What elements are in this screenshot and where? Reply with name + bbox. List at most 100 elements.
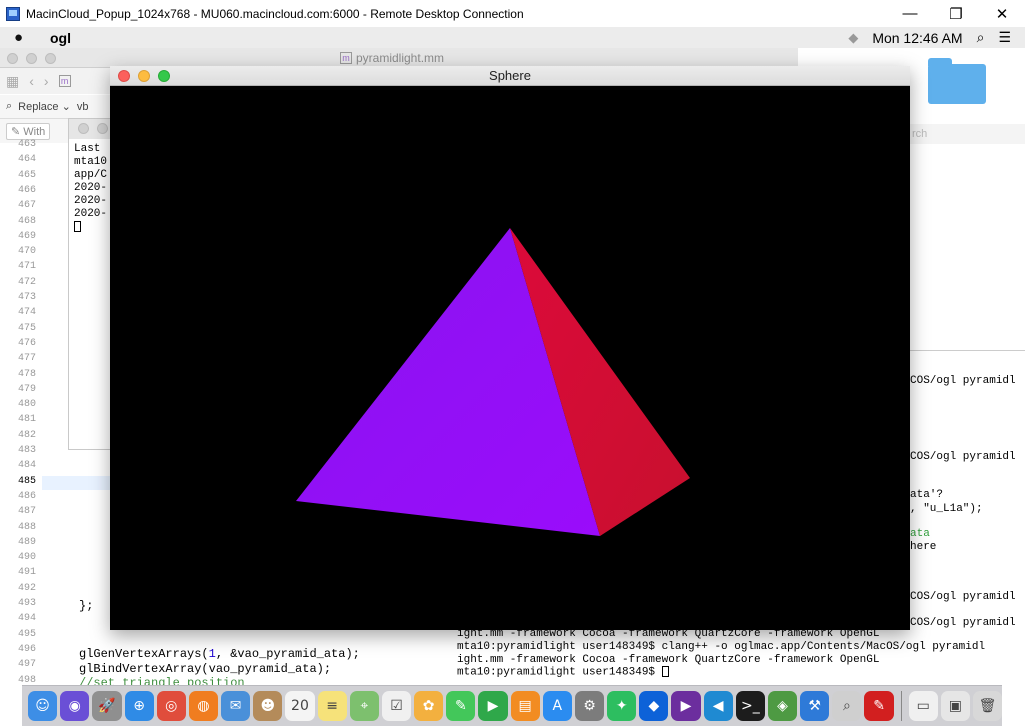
evernote-icon[interactable]: ✦ [607, 691, 637, 721]
replace-with-placeholder: With [23, 125, 46, 138]
editor-title-bar: m pyramidlight.mm [0, 48, 798, 68]
code-line-493[interactable]: }; [79, 599, 93, 613]
editor-file-title: m pyramidlight.mm [340, 51, 444, 65]
objc-file-icon: m [340, 52, 352, 64]
code-line-497[interactable]: glBindVertexArray(vao_pyramid_ata); [79, 662, 331, 676]
line-number: 465 [17, 169, 36, 181]
visual-studio-icon[interactable]: ▶ [671, 691, 701, 721]
acrobat-icon[interactable]: ✎ [864, 691, 894, 721]
line-number: 474 [17, 307, 36, 319]
line-number: 492 [17, 582, 36, 594]
terminal-right-line: COS/ogl pyramidl [910, 375, 1016, 387]
sphere-window: Sphere [110, 66, 910, 630]
xcode-icon[interactable]: ⚒ [800, 691, 830, 721]
finder-search-field[interactable]: rch [910, 124, 1025, 144]
line-number: 495 [17, 628, 36, 640]
siri-icon[interactable]: ◉ [60, 691, 90, 721]
editor-zoom-button[interactable] [45, 53, 56, 64]
chrome-icon[interactable]: ◎ [156, 691, 186, 721]
maps-icon[interactable]: ⌖ [349, 691, 379, 721]
line-number: 477 [17, 353, 36, 365]
photos-icon[interactable]: ✿ [414, 691, 444, 721]
replace-with-field[interactable]: ✎ With [6, 122, 51, 140]
dock-separator [900, 691, 902, 721]
terminal-icon[interactable]: >_ [735, 691, 765, 721]
terminal-left-line: Last [74, 143, 101, 155]
rdp-close-button[interactable]: ✕ [979, 0, 1025, 27]
reminders-icon[interactable]: ☑ [381, 691, 412, 721]
rdp-minimize-button[interactable]: — [887, 0, 933, 27]
mac-dock: ☺ ◉ 🚀 ⊕ ◎ ◍ ✉ ☻ 20 ≡ ⌖ ☑ ✿ ✎ ▶ ▤ A ⚙ ✦ ◆ ▶ ◀ >_ ◈ ⚒ ⌕ ✎ ▭ ▣ 🗑 [22, 685, 1003, 726]
folder-icon[interactable] [928, 58, 986, 104]
line-number-gutter: 463 464 465 466 467 468 469 470 471 472 473 474 475 4… [0, 139, 42, 686]
menu-status-area: ◆ Mon 12:46 AM ⌕ ☰ [848, 27, 1011, 48]
sphere-minimize-button[interactable] [138, 70, 150, 82]
instruments-icon[interactable]: ⌕ [832, 691, 862, 721]
facetime-icon[interactable]: ▶ [478, 691, 508, 721]
sphere-zoom-button[interactable] [158, 70, 170, 82]
messages-icon[interactable]: ✎ [446, 691, 476, 721]
notes-icon[interactable]: ≡ [317, 691, 347, 721]
line-number: 489 [17, 536, 36, 548]
terminal-right-line: COS/ogl pyramidl [910, 617, 1016, 629]
sphere-close-button[interactable] [118, 70, 130, 82]
books-icon[interactable]: ▤ [510, 691, 540, 721]
launchpad-icon[interactable]: 🚀 [92, 691, 122, 721]
line-number: 483 [17, 445, 36, 456]
terminal-left-cursor [74, 221, 81, 233]
spotlight-search-icon[interactable]: ⌕ [977, 29, 985, 46]
forward-arrow-icon[interactable]: › [44, 73, 49, 89]
grid-icon[interactable]: ▦ [6, 73, 19, 90]
terminal-left-line: 2020- [74, 182, 108, 194]
line-number: 466 [17, 184, 36, 196]
line-number: 497 [17, 659, 36, 671]
appstore-icon[interactable]: A [542, 691, 572, 721]
line-number: 467 [17, 200, 36, 212]
preview-icon[interactable]: ▣ [940, 691, 970, 721]
code-token: , &vao_pyramid_ata); [215, 647, 360, 661]
apple-icon[interactable]: ● [14, 29, 36, 46]
contacts-icon[interactable]: ☻ [253, 691, 283, 721]
firefox-icon[interactable]: ◍ [188, 691, 219, 721]
finder-icon[interactable]: ☺ [28, 691, 58, 721]
line-number: 471 [17, 261, 36, 273]
trash-icon[interactable]: 🗑 [972, 691, 1003, 721]
search-icon: ⌕ [6, 100, 13, 112]
safari-icon[interactable]: ⊕ [124, 691, 154, 721]
menu-app-name[interactable]: ogl [50, 30, 71, 46]
terminal-minimize-button[interactable] [97, 123, 108, 134]
code-line-498[interactable]: //set triangle position [79, 676, 245, 685]
line-number: 463 [17, 139, 36, 150]
terminal-left-line: 2020- [74, 195, 108, 207]
terminal-bottom-line: mta10:pyramidlight user148349$ clang++ -… [457, 640, 986, 653]
notification-center-icon[interactable]: ☰ [998, 29, 1011, 46]
calendar-icon[interactable]: 20 [285, 691, 315, 721]
dropbox-icon[interactable]: ◆ [639, 691, 669, 721]
mail-icon[interactable]: ✉ [221, 691, 251, 721]
rdp-restore-button[interactable]: ❐ [933, 0, 979, 27]
line-number: 473 [17, 292, 36, 303]
terminal-left-line: app/C [74, 169, 108, 181]
system-preferences-icon[interactable]: ⚙ [574, 691, 605, 721]
opengl-canvas[interactable] [110, 86, 910, 630]
android-studio-icon[interactable]: ◈ [767, 691, 798, 721]
wifi-icon[interactable]: ◆ [848, 30, 858, 46]
terminal-close-button[interactable] [78, 123, 89, 134]
terminal-left-line: mta10 [74, 156, 108, 168]
line-number: 491 [17, 567, 36, 579]
editor-minimize-button[interactable] [26, 53, 37, 64]
line-number: 468 [17, 215, 36, 227]
editor-close-button[interactable] [7, 53, 18, 64]
editor-file-name: pyramidlight.mm [356, 51, 445, 65]
line-number: 485 [17, 475, 36, 487]
code-line-496[interactable]: glGenVertexArrays(1, &vao_pyramid_ata); [79, 647, 360, 661]
terminal-right-line: ata [910, 528, 930, 540]
replace-mode-dropdown[interactable]: Replace ⌄ [18, 100, 71, 113]
terminal-right-line: COS/ogl pyramidl [910, 451, 1016, 463]
back-arrow-icon[interactable]: ‹ [29, 73, 34, 89]
vscode-icon[interactable]: ◀ [703, 691, 733, 721]
line-number: 475 [17, 322, 36, 334]
menu-clock[interactable]: Mon 12:46 AM [872, 30, 962, 46]
documents-icon[interactable]: ▭ [908, 691, 938, 721]
replace-find-field[interactable]: vb [77, 101, 89, 113]
